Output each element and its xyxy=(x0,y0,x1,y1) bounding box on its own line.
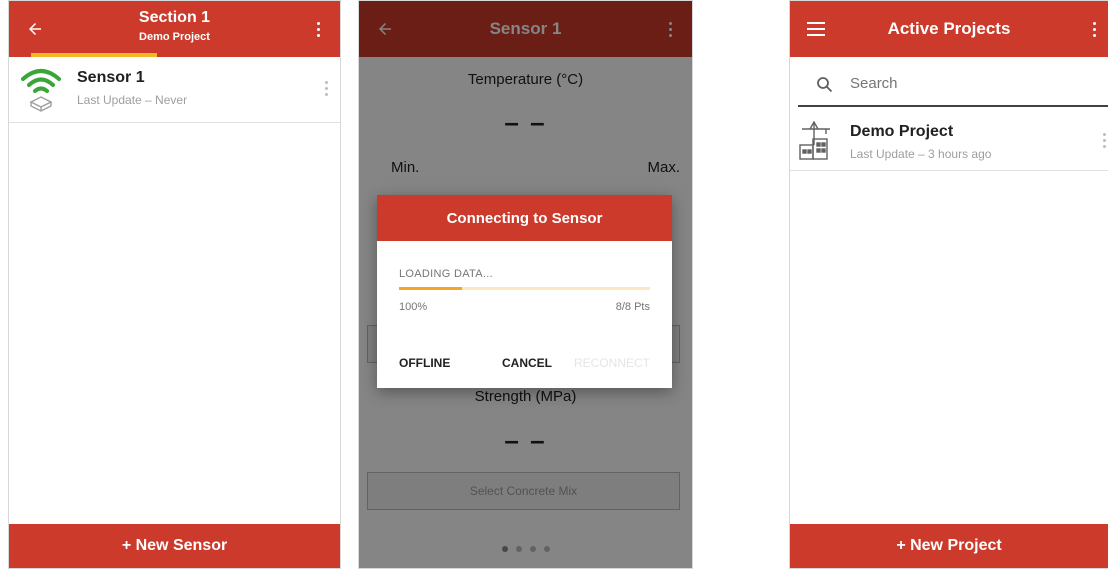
connecting-dialog: Connecting to Sensor LOADING DATA... 100… xyxy=(377,195,672,388)
building-crane-icon xyxy=(798,119,834,163)
reconnect-button: RECONNECT xyxy=(573,356,650,370)
progress-points: 8/8 Pts xyxy=(615,301,650,313)
progress-fill xyxy=(399,287,462,290)
project-last-update: Last Update – 3 hours ago xyxy=(850,147,992,161)
wifi-sensor-icon xyxy=(19,65,63,115)
sensor-last-update: Last Update – Never xyxy=(77,93,188,107)
loading-status: LOADING DATA... xyxy=(399,268,493,280)
dialog-title: Connecting to Sensor xyxy=(377,195,672,241)
app-bar: Section 1 Demo Project xyxy=(9,1,340,57)
sensor-list-item[interactable]: Sensor 1 Last Update – Never xyxy=(9,57,340,123)
row-overflow-icon[interactable] xyxy=(325,81,328,96)
sensor-list-screen: Section 1 Demo Project Sensor 1 Last Upd… xyxy=(8,0,341,569)
sensor-detail-screen: Sensor 1 Temperature (°C) – – Min. Max. … xyxy=(358,0,693,569)
progress-percent: 100% xyxy=(399,301,428,313)
offline-button[interactable]: OFFLINE xyxy=(399,356,450,370)
search-icon xyxy=(816,76,833,98)
page-title: Section 1 xyxy=(138,9,211,26)
project-name: Demo Project xyxy=(850,123,954,140)
app-bar: Active Projects xyxy=(790,1,1108,57)
projects-screen: Active Projects Search Demo Project Last… xyxy=(789,0,1108,569)
row-overflow-icon[interactable] xyxy=(1103,133,1106,148)
new-sensor-button[interactable]: + New Sensor xyxy=(9,524,340,568)
overflow-menu-icon[interactable] xyxy=(304,1,332,57)
sensor-name: Sensor 1 xyxy=(77,69,145,86)
progress-bar xyxy=(399,287,650,290)
project-list-item[interactable]: Demo Project Last Update – 3 hours ago xyxy=(790,111,1108,171)
overflow-menu-icon[interactable] xyxy=(1084,1,1104,57)
search-bar xyxy=(798,63,1108,107)
page-subtitle: Demo Project xyxy=(139,31,210,43)
page-title: Active Projects xyxy=(887,19,1011,38)
search-input[interactable] xyxy=(850,75,1050,92)
new-project-button[interactable]: + New Project xyxy=(790,524,1108,568)
cancel-button[interactable]: CANCEL xyxy=(502,356,552,370)
